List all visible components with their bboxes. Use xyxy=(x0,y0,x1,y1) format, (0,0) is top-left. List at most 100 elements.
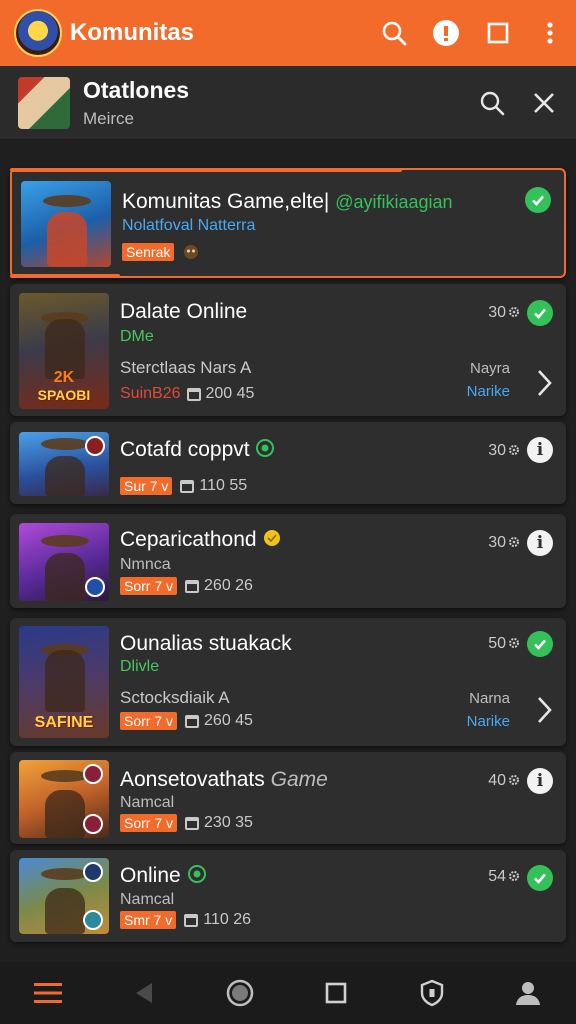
thumb-figure-hat xyxy=(41,438,89,450)
card-meta: Sorr 7 v 230 35 xyxy=(120,814,253,832)
card-handle[interactable]: @ayifikiaagian xyxy=(335,192,452,212)
calendar-icon xyxy=(185,816,200,830)
card-count: 30 xyxy=(488,304,506,321)
search-icon xyxy=(480,91,505,115)
card-meta-value: 260 26 xyxy=(204,577,253,594)
online-icon xyxy=(187,865,206,883)
chevron-right-icon[interactable] xyxy=(534,695,554,725)
home-icon xyxy=(226,979,254,1007)
list-item[interactable]: Ceparicathond Nmnca Sorr 7 v 260 26 30 i xyxy=(10,514,566,608)
card-subtitle: Namcal xyxy=(120,794,175,811)
info-status-icon[interactable]: i xyxy=(527,530,553,556)
recents-button[interactable] xyxy=(308,965,364,1021)
info-status-icon[interactable]: i xyxy=(527,768,553,794)
card-side-link[interactable]: Narike xyxy=(467,383,510,400)
group-subtitle: Meirce xyxy=(83,108,135,128)
card-side-info: Nayra Narike xyxy=(467,360,510,400)
list-item[interactable]: Cotafd coppvt Sur 7 v 110 55 30 i xyxy=(10,422,566,504)
card-meta: Smr 7 v 110 26 xyxy=(120,911,251,929)
card-title-suffix: Game xyxy=(270,768,328,791)
card-meta-value: 260 45 xyxy=(204,712,253,729)
card-title: Komunitas Game,elte| @ayifikiaagian xyxy=(122,190,453,214)
card-side-top: Nayra xyxy=(469,360,510,377)
game-badge-icon xyxy=(85,577,105,597)
card-description: Sctocksdiaik A xyxy=(120,688,230,707)
home-button[interactable] xyxy=(212,965,268,1021)
thumb-figure xyxy=(45,456,85,496)
card-subtitle: Nmnca xyxy=(120,556,171,573)
calendar-icon xyxy=(180,479,195,493)
list-item[interactable]: 2K SPAOBI Dalate Online DMe Sterctlaas N… xyxy=(10,284,566,416)
list-item[interactable]: Online Namcal Smr 7 v 110 26 54 xyxy=(10,850,566,942)
card-meta: Senrak xyxy=(122,243,200,261)
card-tag: Sorr 7 v xyxy=(120,712,178,730)
game-thumbnail: 2K SPAOBI xyxy=(19,293,109,409)
card-subtitle[interactable]: Nolatfoval Natterra xyxy=(122,217,255,235)
chevron-right-icon[interactable] xyxy=(534,368,554,398)
thumb-figure-hat xyxy=(41,535,89,547)
card-title: Ounalias stuakack xyxy=(120,632,292,655)
card-count: 50 xyxy=(488,635,506,652)
card-title-text: Ceparicathond xyxy=(120,528,257,551)
info-button[interactable] xyxy=(420,7,472,59)
card-subtitle: DMe xyxy=(120,328,154,345)
calendar-icon xyxy=(184,913,199,927)
card-meta: Sorr 7 v 260 26 xyxy=(120,577,253,595)
bottom-nav xyxy=(0,962,576,1024)
game-thumbnail xyxy=(21,181,111,267)
group-header-actions xyxy=(466,77,570,129)
gear-icon xyxy=(509,307,519,317)
shield-button[interactable] xyxy=(404,965,460,1021)
game-thumbnail xyxy=(19,760,109,838)
list-item[interactable]: Aonsetovathats Game Namcal Sorr 7 v 230 … xyxy=(10,752,566,844)
back-button[interactable] xyxy=(116,965,172,1021)
card-side-info: Narna Narike xyxy=(467,690,510,730)
card-tag: Sorr 7 v xyxy=(120,577,178,595)
card-title-text: Online xyxy=(120,864,181,887)
search-button[interactable] xyxy=(368,7,420,59)
card-count: 54 xyxy=(488,868,506,885)
info-status-icon[interactable]: i xyxy=(527,437,553,463)
gear-icon xyxy=(509,871,519,881)
list-item[interactable]: Komunitas Game,elte| @ayifikiaagian Nola… xyxy=(10,168,566,278)
thumb-figure xyxy=(45,553,85,601)
thumb-figure xyxy=(45,888,85,934)
card-meta-value: 230 35 xyxy=(204,814,253,831)
gear-icon xyxy=(509,445,519,455)
thumb-figure xyxy=(47,212,87,267)
card-title-text: Aonsetovathats xyxy=(120,768,265,791)
game-badge-icon xyxy=(85,436,105,456)
calendar-icon xyxy=(185,714,200,728)
card-meta: Sorr 7 v 260 45 xyxy=(120,712,253,730)
game-badge-icon xyxy=(83,814,103,834)
game-thumbnail: SAFINE xyxy=(19,626,109,738)
more-button[interactable] xyxy=(524,7,576,59)
selection-indicator xyxy=(10,168,402,172)
thumb-caption: SPAOBI xyxy=(37,387,91,403)
card-tag: Smr 7 v xyxy=(120,911,177,929)
game-badge-icon xyxy=(83,910,103,930)
card-title-text: Cotafd coppvt xyxy=(120,438,250,461)
online-icon xyxy=(256,439,275,457)
search-icon xyxy=(382,21,407,46)
profile-button[interactable] xyxy=(500,965,556,1021)
close-button[interactable] xyxy=(518,77,570,129)
group-header: Otatlones Meirce xyxy=(0,66,576,140)
gear-icon xyxy=(509,775,519,785)
star-badge-icon xyxy=(264,530,281,546)
calendar-icon xyxy=(186,387,201,401)
window-button[interactable] xyxy=(472,7,524,59)
card-side-link[interactable]: Narike xyxy=(467,713,510,730)
card-title: Dalate Online xyxy=(120,300,248,323)
game-badge-icon xyxy=(83,764,103,784)
group-title: Otatlones xyxy=(83,76,190,103)
list-item[interactable]: SAFINE Ounalias stuakack Dlivle Sctocksd… xyxy=(10,618,566,746)
profile-icon xyxy=(516,982,540,1005)
group-search-button[interactable] xyxy=(466,77,518,129)
thumb-caption: SAFINE xyxy=(34,714,94,731)
card-meta: Sur 7 v 110 55 xyxy=(120,477,247,495)
thumb-figure xyxy=(45,790,85,838)
menu-button[interactable] xyxy=(20,965,76,1021)
square-icon xyxy=(487,22,509,44)
verified-status-icon xyxy=(527,300,553,326)
